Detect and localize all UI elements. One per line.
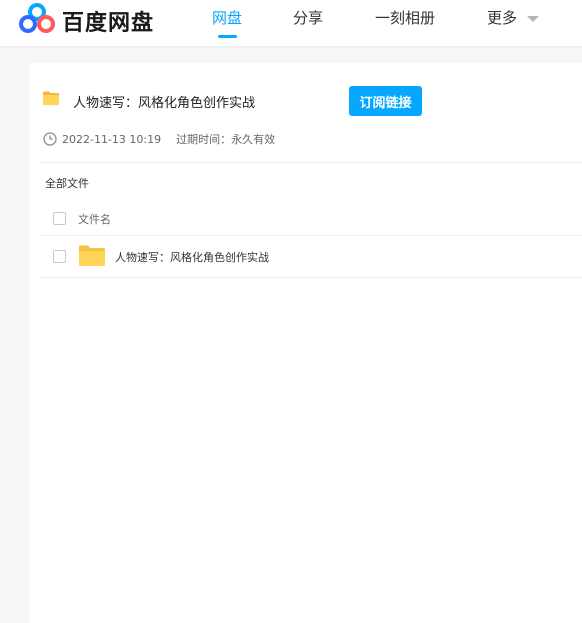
share-card: 人物速写：风格化角色创作实战 订阅链接 2022-11-13 10:19 过期时…: [30, 63, 582, 623]
clock-icon: [43, 132, 57, 146]
nav-more[interactable]: 更多: [487, 7, 517, 28]
share-date: 2022-11-13 10:19: [62, 132, 162, 146]
nav-moment-album[interactable]: 一刻相册: [375, 7, 435, 28]
breadcrumb[interactable]: 全部文件: [45, 175, 89, 191]
expiry-text: 过期时间：永久有效: [176, 133, 276, 146]
nav-active-indicator: [218, 35, 237, 38]
file-name[interactable]: 人物速写：风格化角色创作实战: [115, 249, 269, 265]
column-header-filename[interactable]: 文件名: [78, 211, 111, 227]
chevron-down-icon[interactable]: [527, 16, 539, 22]
share-title: 人物速写：风格化角色创作实战: [73, 96, 256, 111]
row-checkbox[interactable]: [53, 250, 66, 263]
folder-icon: [43, 91, 59, 105]
share-meta: 2022-11-13 10:19 过期时间：永久有效: [43, 131, 275, 147]
select-all-checkbox[interactable]: [53, 212, 66, 225]
nav-netdisk[interactable]: 网盘: [212, 7, 242, 28]
divider: [40, 162, 582, 163]
nav-share[interactable]: 分享: [293, 7, 323, 28]
baidu-netdisk-logo-icon[interactable]: [18, 2, 56, 34]
folder-icon: [79, 245, 105, 266]
divider: [40, 277, 582, 278]
table-row[interactable]: 人物速写：风格化角色创作实战: [40, 236, 582, 277]
logo-text[interactable]: 百度网盘: [62, 5, 154, 37]
subscribe-link-button[interactable]: 订阅链接: [349, 86, 422, 116]
top-header: 百度网盘 网盘 分享 一刻相册 更多: [0, 0, 582, 46]
